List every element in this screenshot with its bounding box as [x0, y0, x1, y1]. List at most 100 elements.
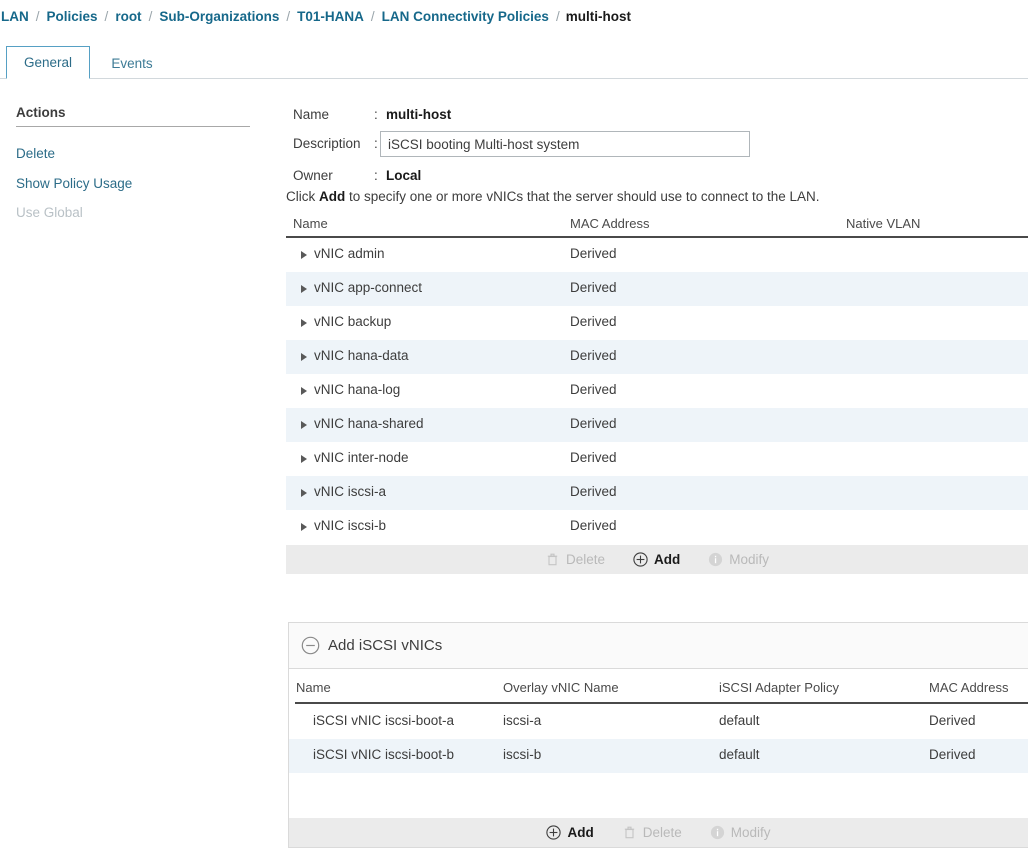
vnic-table-row[interactable]: vNIC hana-log Derived	[286, 374, 1028, 408]
iscsi-row-mac-address: Derived	[929, 713, 976, 728]
iscsi-row-name: iSCSI vNIC iscsi-boot-a	[313, 713, 455, 728]
breadcrumb-item-root[interactable]: root	[114, 9, 142, 24]
tab-events-label: Events	[111, 55, 153, 71]
tab-general-label: General	[23, 55, 73, 70]
vnic-row-mac-address: Derived	[570, 416, 617, 431]
hint-prefix: Click	[286, 189, 319, 204]
iscsi-row-adapter-policy: default	[719, 713, 760, 728]
plus-circle-icon	[546, 825, 562, 840]
column-header-mac-address[interactable]: MAC Address	[570, 216, 649, 231]
toolbar-delete-button: Delete	[622, 825, 682, 840]
description-input[interactable]	[380, 131, 750, 157]
breadcrumb-separator: /	[35, 8, 40, 24]
iscsi-table-toolbar: Add Delete Modify	[289, 818, 1028, 847]
action-use-global: Use Global	[16, 205, 83, 220]
breadcrumb-item-lan-connectivity-policies[interactable]: LAN Connectivity Policies	[381, 9, 550, 24]
iscsi-table-row[interactable]: iSCSI vNIC iscsi-boot-a iscsi-a default Der…	[289, 705, 1028, 739]
actions-divider	[16, 126, 250, 127]
hint-suffix: to specify one or more vNICs that the se…	[345, 189, 820, 204]
column-header-native-vlan[interactable]: Native VLAN	[846, 216, 920, 231]
iscsi-column-header-overlay-vnic-name[interactable]: Overlay vNIC Name	[503, 680, 619, 695]
owner-value: Local	[386, 168, 422, 183]
toolbar-button-label: Add	[654, 552, 681, 567]
vnic-row-name: vNIC backup	[314, 314, 392, 329]
vnic-row-mac-address: Derived	[570, 348, 617, 363]
expand-caret-icon[interactable]	[301, 353, 307, 361]
vnic-table-row[interactable]: vNIC app-connect Derived	[286, 272, 1028, 306]
action-show-policy-usage[interactable]: Show Policy Usage	[16, 176, 132, 191]
vnic-row-mac-address: Derived	[570, 382, 617, 397]
vnic-row-mac-address: Derived	[570, 450, 617, 465]
iscsi-row-adapter-policy: default	[719, 747, 760, 762]
iscsi-column-header-mac-address[interactable]: MAC Address	[929, 680, 1008, 695]
toolbar-delete-button: Delete	[545, 552, 605, 567]
iscsi-section-title: Add iSCSI vNICs	[328, 637, 443, 654]
vnic-row-name: vNIC inter-node	[314, 450, 409, 465]
vnic-table-header: Name MAC Address Native VLAN	[286, 212, 1028, 236]
breadcrumb-item-policies[interactable]: Policies	[46, 9, 99, 24]
breadcrumb-item-sub-organizations[interactable]: Sub-Organizations	[158, 9, 280, 24]
minus-circle-icon[interactable]	[301, 636, 320, 655]
owner-colon: :	[374, 168, 378, 183]
vnic-table-row[interactable]: vNIC backup Derived	[286, 306, 1028, 340]
vnic-row-name: vNIC hana-log	[314, 382, 401, 397]
iscsi-section-header[interactable]: Add iSCSI vNICs	[289, 623, 1028, 669]
owner-label: Owner	[293, 168, 333, 183]
breadcrumb: LAN / Policies / root / Sub-Organizations / T01-…	[0, 5, 631, 27]
vnic-table-row[interactable]: vNIC hana-data Derived	[286, 340, 1028, 374]
breadcrumb-separator: /	[286, 8, 291, 24]
toolbar-modify-button: Modify	[708, 552, 769, 567]
vnic-table-row[interactable]: vNIC inter-node Derived	[286, 442, 1028, 476]
vnic-table-toolbar: Delete Add Modify	[286, 545, 1028, 574]
vnic-row-name: vNIC hana-shared	[314, 416, 424, 431]
toolbar-button-label: Delete	[565, 552, 605, 567]
iscsi-row-overlay-vnic-name: iscsi-b	[503, 747, 542, 762]
iscsi-table-header: Name Overlay vNIC Name iSCSI Adapter Pol…	[289, 670, 1028, 702]
tab-events[interactable]: Events	[96, 46, 168, 79]
actions-title: Actions	[16, 105, 66, 120]
vnic-table-row[interactable]: vNIC hana-shared Derived	[286, 408, 1028, 442]
expand-caret-icon[interactable]	[301, 489, 307, 497]
breadcrumb-separator: /	[555, 8, 560, 24]
breadcrumb-item-lan[interactable]: LAN	[0, 9, 30, 24]
expand-caret-icon[interactable]	[301, 455, 307, 463]
tab-general[interactable]: General	[6, 46, 90, 79]
info-circle-icon	[708, 552, 723, 567]
vnic-row-name: vNIC hana-data	[314, 348, 409, 363]
name-label: Name	[293, 107, 330, 122]
toolbar-button-label: Modify	[730, 825, 771, 840]
vnic-row-mac-address: Derived	[570, 484, 617, 499]
column-header-name[interactable]: Name	[293, 216, 328, 231]
vnic-table-row[interactable]: vNIC iscsi-a Derived	[286, 476, 1028, 510]
description-label: Description	[293, 136, 361, 151]
description-colon: :	[374, 136, 378, 151]
vnic-table-body: vNIC admin Derived vNIC app-connect Derived…	[286, 238, 1028, 545]
iscsi-row-overlay-vnic-name: iscsi-a	[503, 713, 542, 728]
iscsi-table-row[interactable]: iSCSI vNIC iscsi-boot-b iscsi-b default Der…	[289, 739, 1028, 773]
name-colon: :	[374, 107, 378, 122]
expand-caret-icon[interactable]	[301, 523, 307, 531]
vnic-row-mac-address: Derived	[570, 246, 617, 261]
breadcrumb-item-t01-hana[interactable]: T01-HANA	[296, 9, 365, 24]
expand-caret-icon[interactable]	[301, 285, 307, 293]
toolbar-button-label: Add	[567, 825, 594, 840]
expand-caret-icon[interactable]	[301, 387, 307, 395]
toolbar-add-button[interactable]: Add	[546, 825, 594, 840]
toolbar-add-button[interactable]: Add	[633, 552, 680, 567]
vnic-row-name: vNIC admin	[314, 246, 385, 261]
vnic-table-row[interactable]: vNIC iscsi-b Derived	[286, 510, 1028, 544]
toolbar-modify-button: Modify	[710, 825, 771, 840]
expand-caret-icon[interactable]	[301, 251, 307, 259]
vnic-row-name: vNIC iscsi-a	[314, 484, 387, 499]
iscsi-row-name: iSCSI vNIC iscsi-boot-b	[313, 747, 455, 762]
expand-caret-icon[interactable]	[301, 319, 307, 327]
iscsi-column-header-name[interactable]: Name	[296, 680, 331, 695]
add-iscsi-vnics-panel: Add iSCSI vNICs Name Overlay vNIC Name i…	[288, 622, 1028, 848]
trash-icon	[545, 552, 560, 567]
name-value: multi-host	[386, 107, 452, 122]
expand-caret-icon[interactable]	[301, 421, 307, 429]
plus-circle-icon	[633, 552, 648, 567]
vnic-table-row[interactable]: vNIC admin Derived	[286, 238, 1028, 272]
action-delete[interactable]: Delete	[16, 146, 55, 161]
iscsi-column-header-adapter-policy[interactable]: iSCSI Adapter Policy	[719, 680, 839, 695]
